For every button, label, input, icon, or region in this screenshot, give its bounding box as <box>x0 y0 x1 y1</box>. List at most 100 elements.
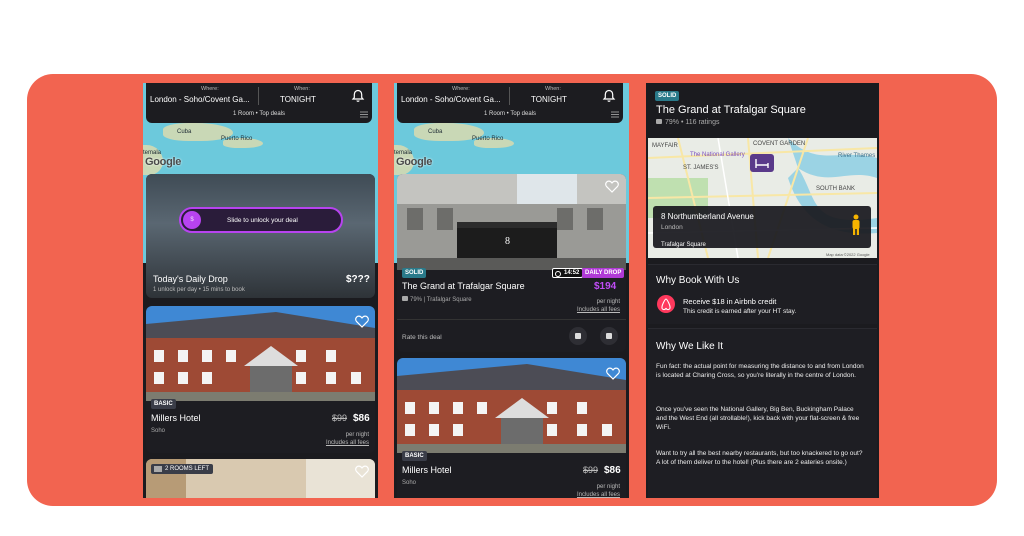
when-label: When: <box>294 86 310 92</box>
thumbs-down-icon <box>575 333 581 339</box>
heart-icon[interactable] <box>606 367 620 380</box>
when-value[interactable]: TONIGHT <box>531 95 567 104</box>
where-value[interactable]: London - Soho/Covent Ga... <box>150 95 250 104</box>
per-night-label: per night <box>596 484 620 490</box>
paragraph: Once you've seen the National Gallery, B… <box>656 406 860 431</box>
divider <box>509 87 510 105</box>
phone-screen-list-unlocked: Cuba Puerto Rico temala Google Where: Lo… <box>394 83 629 498</box>
rooms-summary[interactable]: 1 Room • Top deals <box>397 111 623 117</box>
map-label: COVENT GARDEN <box>753 141 806 147</box>
map-label: Cuba <box>177 129 192 135</box>
credit-title: Receive $18 in Airbnb credit <box>683 297 777 306</box>
bell-icon[interactable] <box>351 89 365 103</box>
phone-screen-list: Cuba Puerto Rico temala Google Where: Lo… <box>143 83 378 498</box>
hotel-card-millers[interactable]: BASIC Millers Hotel $99 $86 Soho per nig… <box>146 306 375 453</box>
street-view-icon[interactable] <box>850 214 862 236</box>
why-like-title: Why We Like It <box>656 341 724 352</box>
hotel-type-badge: SOLID <box>402 268 427 278</box>
why-book-title: Why Book With Us <box>656 275 740 286</box>
filter-icon[interactable] <box>611 111 619 118</box>
bed-icon <box>154 466 162 472</box>
address-city: London <box>661 224 683 231</box>
divider <box>397 319 626 320</box>
price-new: $86 <box>604 465 621 476</box>
daily-drop-subtitle: 1 unlock per day • 15 mins to book <box>153 287 245 293</box>
when-value[interactable]: TONIGHT <box>280 95 316 104</box>
clock-icon <box>555 270 561 277</box>
countdown-badge: 14:52 <box>552 268 584 278</box>
rating-text: 79% • 116 ratings <box>665 119 720 126</box>
map-copyright: Map data ©2022 Google <box>826 252 870 257</box>
thumbs-up-button[interactable] <box>600 327 618 345</box>
daily-drop-card[interactable]: $ Slide to unlock your deal Today's Dail… <box>146 174 375 298</box>
location-map[interactable]: COVENT GARDEN MAYFAIR The National Galle… <box>648 138 877 258</box>
fees-link[interactable]: Includes all fees <box>577 307 620 313</box>
map-label: The National Gallery <box>690 152 745 158</box>
search-bar[interactable]: Where: London - Soho/Covent Ga... When: … <box>146 83 372 123</box>
filter-icon[interactable] <box>360 111 368 118</box>
where-value[interactable]: London - Soho/Covent Ga... <box>401 95 501 104</box>
daily-drop-badge: DAILY DROP <box>582 268 625 278</box>
fees-link[interactable]: Includes all fees <box>326 440 369 446</box>
rooms-left-badge: 2 ROOMS LEFT <box>151 464 214 474</box>
map-label: SOUTH BANK <box>816 186 856 192</box>
per-night-label: per night <box>596 299 620 305</box>
hotel-area: Soho <box>151 428 166 434</box>
hotel-name: Millers Hotel <box>151 413 201 423</box>
price-old: $99 <box>583 465 599 475</box>
airbnb-mark-icon <box>661 298 671 311</box>
map-label: Puerto Rico <box>221 136 253 142</box>
address-line: 8 Northumberland Avenue <box>661 212 754 221</box>
hotel-name: Millers Hotel <box>402 465 452 475</box>
hotel-type-badge: BASIC <box>151 399 176 409</box>
credit-subtitle: This credit is earned after your HT stay… <box>683 308 797 315</box>
fees-link[interactable]: Includes all fees <box>577 492 620 498</box>
price-old: $99 <box>332 413 348 423</box>
hotel-rating: 79% | Trafalgar Square <box>402 296 472 303</box>
heart-icon[interactable] <box>605 180 619 193</box>
hotel-card-grand[interactable]: 8 SOLID 14:52 DAILY DROP The Grand at Tr… <box>397 174 626 352</box>
thumbs-up-icon <box>656 119 662 124</box>
map-label: Cuba <box>428 129 443 135</box>
unlock-slider[interactable]: $ Slide to unlock your deal <box>179 207 343 233</box>
map-label: Puerto Rico <box>472 136 504 142</box>
why-like-section: Why We Like It Fun fact: the actual poin… <box>648 328 877 498</box>
heart-icon[interactable] <box>355 465 369 478</box>
hotel-photo <box>397 358 626 453</box>
where-label: Where: <box>201 86 219 92</box>
phone-screen-detail: SOLID The Grand at Trafalgar Square 79% … <box>646 83 879 498</box>
when-label: When: <box>545 86 561 92</box>
hotel-type-badge: BASIC <box>402 451 427 461</box>
slider-text: Slide to unlock your deal <box>227 217 298 224</box>
bell-icon[interactable] <box>602 89 616 103</box>
bed-icon <box>755 159 769 168</box>
map-label: MAYFAIR <box>652 143 678 149</box>
slider-knob[interactable]: $ <box>183 211 201 229</box>
hotel-map-pin[interactable] <box>750 154 774 172</box>
hotel-photo <box>146 306 375 401</box>
thumbs-up-icon <box>402 296 408 301</box>
map-label: River Thames <box>838 153 876 159</box>
hotel-name: The Grand at Trafalgar Square <box>402 281 525 291</box>
hotel-card-partial[interactable]: 2 ROOMS LEFT <box>146 459 375 498</box>
search-bar[interactable]: Where: London - Soho/Covent Ga... When: … <box>397 83 623 123</box>
rate-deal-label: Rate this deal <box>402 334 442 341</box>
hotel-card-millers[interactable]: BASIC Millers Hotel $99 $86 Soho per nig… <box>397 358 626 498</box>
hotel-rating: 79% • 116 ratings <box>656 119 719 126</box>
thumbs-down-button[interactable] <box>569 327 587 345</box>
why-book-section: Why Book With Us Receive $18 in Airbnb c… <box>648 264 877 324</box>
hotel-title: The Grand at Trafalgar Square <box>656 104 806 116</box>
price-new: $86 <box>353 413 370 424</box>
map-footer-label: Trafalgar Square <box>661 242 706 248</box>
google-logo: Google <box>145 156 182 168</box>
divider <box>258 87 259 105</box>
thumbs-up-icon <box>606 333 612 339</box>
paragraph: Want to try all the best nearby restaura… <box>656 450 863 466</box>
hotel-area: Soho <box>402 480 417 486</box>
heart-icon[interactable] <box>355 315 369 328</box>
rooms-summary[interactable]: 1 Room • Top deals <box>146 111 372 117</box>
google-logo: Google <box>396 156 433 168</box>
daily-drop-price: $??? <box>346 274 370 285</box>
per-night-label: per night <box>345 432 369 438</box>
paragraph: Fun fact: the actual point for measuring… <box>656 363 864 379</box>
